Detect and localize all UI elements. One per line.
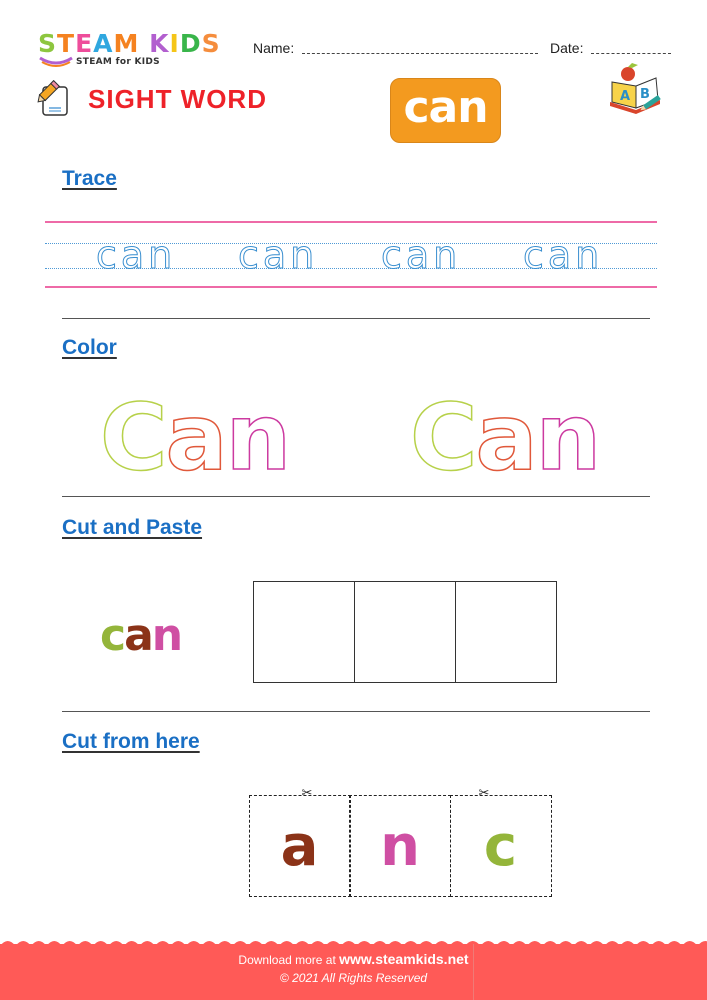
logo-letter: T	[57, 29, 76, 58]
sample-letter-n: n	[151, 610, 183, 661]
sight-word-badge: can	[390, 78, 501, 143]
paste-box[interactable]	[254, 582, 355, 682]
footer-download-text: Download more at www.steamkids.net	[0, 951, 707, 967]
cut-tile-row: ✂ a n ✂ c	[248, 787, 552, 897]
cut-tile[interactable]: ✂ a	[248, 787, 351, 897]
logo-letter: S	[201, 29, 221, 58]
cut-tile[interactable]: n	[349, 795, 451, 897]
trace-word: can	[237, 233, 319, 277]
logo-letter: S	[38, 29, 58, 58]
outline-letter-c: C	[409, 384, 478, 491]
section-title-cut-from-here: Cut from here	[62, 730, 200, 753]
section-title-cut-and-paste: Cut and Paste	[62, 516, 203, 539]
footer-copyright: © 2021 All Rights Reserved	[279, 971, 428, 985]
date-field[interactable]	[591, 53, 671, 54]
outline-letter-a: a	[475, 384, 539, 491]
abc-book-icon: A B	[610, 63, 661, 114]
logo-letter: D	[179, 29, 202, 58]
sample-letter-c: c	[100, 610, 126, 661]
section-title-color: Color	[62, 336, 117, 359]
paste-box-row	[253, 581, 557, 683]
trace-word: can	[95, 233, 177, 277]
worksheet-type-title: SIGHT WORD	[88, 84, 267, 114]
svg-text:A: A	[620, 89, 630, 104]
scissors-icon: ✂	[301, 786, 313, 801]
name-field[interactable]	[302, 53, 538, 54]
footer-site-link[interactable]: www.steamkids.net	[339, 951, 468, 967]
sample-word: can	[100, 610, 183, 661]
section-divider	[62, 496, 650, 497]
paste-box[interactable]	[355, 582, 456, 682]
steam-kids-logo: STEAM KIDS STEAM for KIDS	[38, 30, 238, 75]
paste-box[interactable]	[456, 582, 556, 682]
scissors-icon: ✂	[478, 786, 490, 801]
logo-letter	[139, 30, 149, 58]
tile-letter: a	[280, 813, 319, 879]
name-label: Name:	[253, 40, 295, 56]
logo-swoosh-icon	[39, 56, 73, 67]
logo-title: STEAM KIDS	[38, 30, 238, 58]
tile-letter: c	[483, 813, 518, 879]
logo-subtitle: STEAM for KIDS	[76, 57, 160, 67]
svg-text:B: B	[640, 87, 650, 102]
trace-bottom-line	[45, 286, 657, 288]
trace-word: can	[522, 233, 604, 277]
color-word[interactable]: Can	[99, 391, 292, 485]
trace-word: can	[380, 233, 462, 277]
cut-tile[interactable]: ✂ c	[449, 787, 552, 897]
color-word[interactable]: Can	[409, 391, 602, 485]
logo-letter: M	[113, 29, 140, 58]
logo-letter: A	[93, 29, 114, 58]
section-divider	[62, 318, 650, 319]
sample-letter-a: a	[124, 610, 154, 661]
section-title-trace: Trace	[62, 167, 117, 190]
logo-letter: E	[75, 29, 94, 58]
logo-letter: K	[149, 29, 170, 58]
footer-download-prefix: Download more at	[238, 953, 336, 967]
outline-letter-n: n	[225, 384, 292, 491]
logo-letter: I	[169, 29, 180, 58]
tile-letter: n	[380, 813, 420, 879]
section-divider	[62, 711, 650, 712]
trace-top-line	[45, 221, 657, 223]
outline-letter-n: n	[535, 384, 602, 491]
pencil-paper-icon	[37, 80, 68, 116]
outline-letter-a: a	[165, 384, 229, 491]
date-label: Date:	[550, 40, 584, 56]
outline-letter-c: C	[99, 384, 168, 491]
